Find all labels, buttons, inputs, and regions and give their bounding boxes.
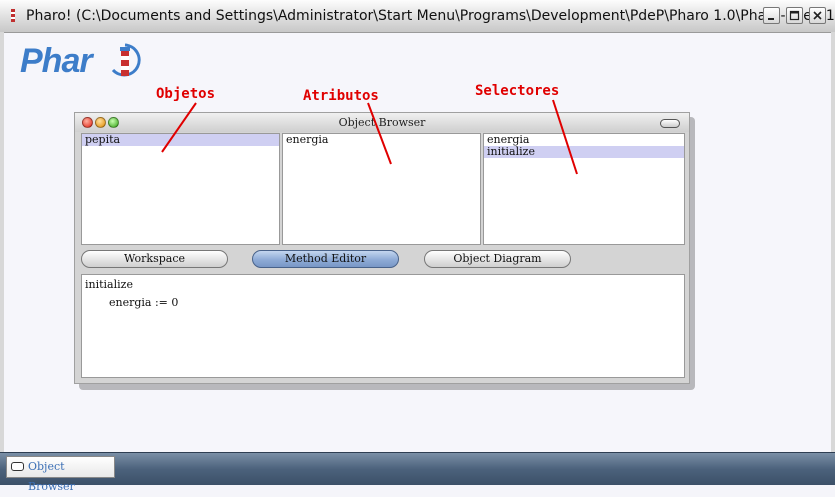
attributes-pane[interactable]: energia (282, 133, 481, 245)
taskbar: Object Browser (0, 452, 835, 493)
window-title: Pharo! (C:\Documents and Settings\Admini… (26, 8, 835, 24)
lighthouse-icon (111, 43, 141, 77)
method-editor-button[interactable]: Method Editor (252, 250, 399, 268)
pharo-app-icon (11, 9, 15, 22)
window-frame-right (831, 32, 835, 452)
collapse-icon[interactable] (660, 119, 680, 128)
object-browser-toolbar: Workspace Method Editor Object Diagram (81, 247, 685, 271)
maximize-button[interactable] (786, 7, 803, 24)
method-editor[interactable]: initialize energia := 0 (81, 274, 685, 378)
object-browser-titlebar[interactable]: Object Browser (75, 113, 689, 132)
object-browser-window: Object Browser pepita energia energia in… (74, 112, 690, 384)
window-icon (11, 462, 24, 471)
selectores-annotation: Selectores (475, 83, 560, 99)
minimize-button[interactable] (763, 7, 780, 24)
code-line-1: initialize (85, 278, 133, 291)
selectors-pane[interactable]: energia initialize (483, 133, 685, 245)
objetos-annotation: Objetos (156, 86, 216, 102)
list-item-initialize-selector[interactable]: initialize (484, 146, 684, 158)
list-item-energia[interactable]: energia (283, 134, 480, 146)
code-line-2: energia := 0 (109, 296, 179, 309)
minimize-icon (768, 18, 774, 20)
taskbar-item-object-browser[interactable]: Object Browser (6, 456, 115, 493)
workspace-button[interactable]: Workspace (81, 250, 228, 268)
object-browser-title: Object Browser (338, 116, 426, 129)
taskbar-item-label: Object Browser (28, 460, 75, 493)
close-button[interactable] (809, 7, 826, 24)
list-item-pepita[interactable]: pepita (82, 134, 279, 146)
atributos-annotation: Atributos (303, 88, 379, 104)
window-titlebar: Pharo! (C:\Documents and Settings\Admini… (0, 0, 835, 33)
maximize-icon (789, 10, 800, 21)
object-diagram-button[interactable]: Object Diagram (424, 250, 571, 268)
objects-pane[interactable]: pepita (81, 133, 280, 245)
close-icon (813, 11, 822, 20)
logo-text: Phar (20, 42, 93, 80)
